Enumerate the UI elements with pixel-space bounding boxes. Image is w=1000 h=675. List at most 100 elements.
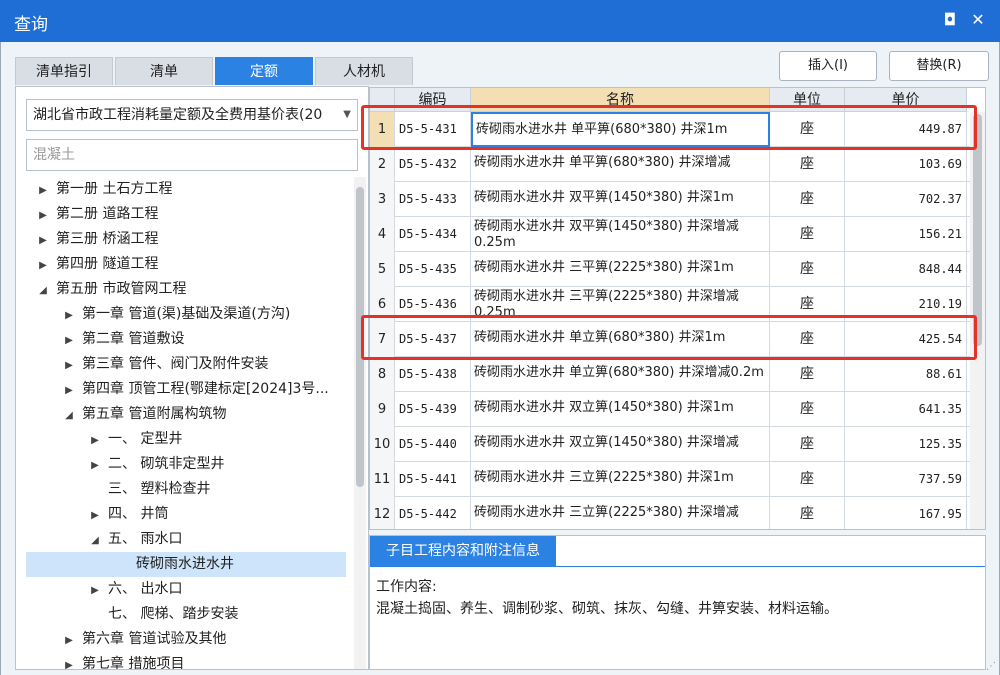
tree-node-label: 一、 定型井 [108, 431, 183, 447]
resize-grip-icon[interactable]: ⋰ [986, 661, 996, 672]
expand-arrow-icon[interactable]: ▶ [88, 578, 102, 603]
highlight-box [361, 315, 977, 360]
tree-node[interactable]: ▶ 第七章 措施项目 [26, 652, 346, 670]
table-row[interactable]: 11 D5-5-441 砖砌雨水进水井 三立箅(2225*380) 井深1m 座 737… [370, 462, 970, 497]
tab-quota[interactable]: 定额 [215, 57, 313, 85]
tree-node-label: 第七章 措施项目 [82, 656, 185, 670]
expand-arrow-icon[interactable]: ▶ [88, 503, 102, 528]
row-name: 砖砌雨水进水井 三立箅(2225*380) 井深1m [471, 462, 770, 497]
insert-button[interactable]: 插入(I) [779, 51, 877, 81]
tree-node-label: 第六章 管道试验及其他 [82, 631, 227, 647]
tree-node-label: 第三章 管件、阀门及附件安装 [82, 356, 269, 372]
title-bar: 查询 ◘ ✕ [0, 0, 1000, 42]
tree-node[interactable]: ▶ 第六章 管道试验及其他 [26, 627, 346, 652]
tree-node[interactable]: ◢ 五、 雨水口 [26, 527, 346, 552]
row-unit: 座 [770, 182, 845, 217]
table-row[interactable]: 10D5-5-440砖砌雨水进水井 双立箅(1450*380) 井深增减0.2m… [370, 427, 970, 462]
tree-node[interactable]: 三、 塑料检查井 [26, 477, 346, 502]
row-name: 砖砌雨水进水井 三立箅(2225*380) 井深增减0.2m [471, 497, 770, 529]
tree-node[interactable]: ▶ 第二册 道路工程 [26, 202, 346, 227]
tree-node[interactable]: ▶ 第四章 顶管工程(鄂建标定[2024]3号... [26, 377, 346, 402]
table-row[interactable]: 2D5-5-432砖砌雨水进水井 单平箅(680*380) 井深增减0.25m座… [370, 147, 970, 182]
table-row[interactable]: 12D5-5-442砖砌雨水进水井 三立箅(2225*380) 井深增减0.2m… [370, 497, 970, 529]
row-price: 125.35 [845, 427, 967, 462]
expand-arrow-icon[interactable]: ▶ [62, 303, 76, 328]
row-index: 10 [370, 427, 395, 462]
info-tab[interactable]: 子目工程内容和附注信息 [370, 536, 556, 566]
row-code: D5-5-440 [395, 427, 471, 462]
expand-arrow-icon[interactable]: ▶ [36, 203, 50, 228]
window-title: 查询 [14, 15, 48, 35]
row-name: 砖砌雨水进水井 双立箅(1450*380) 井深增减0.2m [471, 427, 770, 462]
expand-arrow-icon[interactable]: ▶ [88, 453, 102, 478]
table-row[interactable]: 9 D5-5-439 砖砌雨水进水井 双立箅(1450*380) 井深1m 座 641.… [370, 392, 970, 427]
collapse-arrow-icon[interactable]: ◢ [62, 403, 76, 428]
tree-node[interactable]: 砖砌雨水进水井 [26, 552, 346, 577]
row-name: 砖砌雨水进水井 双立箅(1450*380) 井深1m [471, 392, 770, 427]
row-unit: 座 [770, 252, 845, 287]
tree-node[interactable]: ▶ 四、 井筒 [26, 502, 346, 527]
row-price: 167.95 [845, 497, 967, 529]
tree-node[interactable]: ◢ 第五章 管道附属构筑物 [26, 402, 346, 427]
tree-node-label: 第一章 管道(渠)基础及渠道(方沟) [82, 306, 291, 322]
table-row[interactable]: 8 D5-5-438 砖砌雨水进水井 单立箅(680*380) 井深增减0.2m 座 8… [370, 357, 970, 392]
tree-node[interactable]: ▶ 第二章 管道敷设 [26, 327, 346, 352]
tree-node[interactable]: ▶ 二、 砌筑非定型井 [26, 452, 346, 477]
search-input[interactable]: 混凝土 [26, 139, 358, 171]
row-code: D5-5-433 [395, 182, 471, 217]
row-index: 8 [370, 357, 395, 392]
expand-arrow-icon[interactable]: ▶ [62, 328, 76, 353]
expand-arrow-icon[interactable]: ▶ [36, 253, 50, 278]
collapse-arrow-icon[interactable]: ◢ [88, 528, 102, 553]
row-index: 11 [370, 462, 395, 497]
row-unit: 座 [770, 462, 845, 497]
tree-scrollbar[interactable] [354, 177, 366, 669]
expand-arrow-icon[interactable]: ▶ [62, 628, 76, 653]
tree-node[interactable]: 七、 爬梯、踏步安装 [26, 602, 346, 627]
row-code: D5-5-441 [395, 462, 471, 497]
tree-node-label: 四、 井筒 [108, 506, 169, 522]
table-row[interactable]: 5 D5-5-435 砖砌雨水进水井 三平箅(2225*380) 井深1m 座 848.… [370, 252, 970, 287]
quota-book-select[interactable]: 湖北省市政工程消耗量定额及全费用基价表(20 ▼ [26, 99, 358, 131]
tree-node[interactable]: ▶ 一、 定型井 [26, 427, 346, 452]
tree-node[interactable]: ▶ 六、 出水口 [26, 577, 346, 602]
tree-node-label: 第四章 顶管工程(鄂建标定[2024]3号... [82, 381, 329, 397]
tree-node[interactable]: ▶ 第三章 管件、阀门及附件安装 [26, 352, 346, 377]
tree-node-label: 三、 塑料检查井 [108, 481, 211, 497]
tree-node[interactable]: ▶ 第一册 土石方工程 [26, 177, 346, 202]
row-index: 5 [370, 252, 395, 287]
row-unit: 座 [770, 427, 845, 462]
expand-arrow-icon[interactable]: ▶ [62, 378, 76, 403]
expand-arrow-icon[interactable]: ▶ [88, 428, 102, 453]
row-price: 156.21 [845, 217, 967, 252]
row-price: 88.61 [845, 357, 967, 392]
row-index: 9 [370, 392, 395, 427]
tree-node-label: 二、 砌筑非定型井 [108, 456, 225, 472]
tree-node-label: 第二册 道路工程 [56, 206, 159, 222]
row-code: D5-5-439 [395, 392, 471, 427]
table-row[interactable]: 3 D5-5-433 砖砌雨水进水井 双平箅(1450*380) 井深1m 座 702.… [370, 182, 970, 217]
table-row[interactable]: 4 D5-5-434 砖砌雨水进水井 双平箅(1450*380) 井深增减0.25m… [370, 217, 970, 252]
tree-node[interactable]: ▶ 第三册 桥涵工程 [26, 227, 346, 252]
row-unit: 座 [770, 497, 845, 529]
chevron-down-icon: ▼ [343, 109, 351, 120]
tree-node[interactable]: ◢ 第五册 市政管网工程 [26, 277, 346, 302]
tab-bill-guide[interactable]: 清单指引 [15, 57, 113, 85]
expand-arrow-icon[interactable]: ▶ [36, 178, 50, 203]
restore-icon[interactable]: ◘ [940, 10, 960, 30]
row-price: 848.44 [845, 252, 967, 287]
tree-node[interactable]: ▶ 第一章 管道(渠)基础及渠道(方沟) [26, 302, 346, 327]
close-icon[interactable]: ✕ [968, 10, 988, 30]
tab-labor-material[interactable]: 人材机 [315, 57, 413, 85]
row-index: 2 [370, 147, 395, 182]
tab-bill[interactable]: 清单 [115, 57, 213, 85]
work-content-label: 工作内容: [376, 579, 437, 595]
tree-node[interactable]: ▶ 第四册 隧道工程 [26, 252, 346, 277]
collapse-arrow-icon[interactable]: ◢ [36, 278, 50, 303]
replace-button[interactable]: 替换(R) [889, 51, 989, 81]
row-unit: 座 [770, 147, 845, 182]
expand-arrow-icon[interactable]: ▶ [62, 353, 76, 378]
tree-node-label: 五、 雨水口 [108, 531, 183, 547]
expand-arrow-icon[interactable]: ▶ [62, 653, 76, 669]
expand-arrow-icon[interactable]: ▶ [36, 228, 50, 253]
